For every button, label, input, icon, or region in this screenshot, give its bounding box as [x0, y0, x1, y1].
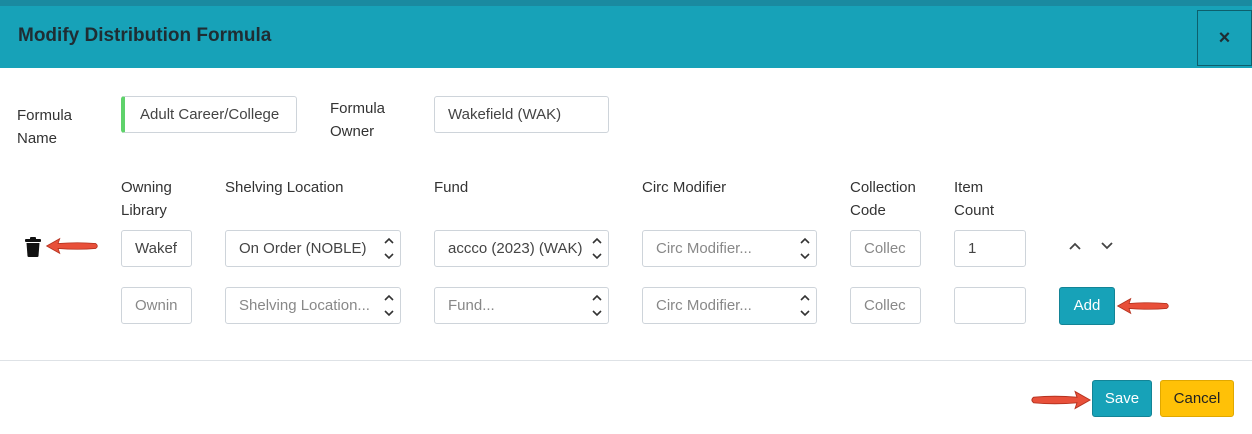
spinner-icon: [384, 237, 394, 260]
column-header-circ-modifier: Circ Modifier: [642, 179, 727, 196]
spinner-icon: [592, 294, 602, 317]
chevron-down-icon[interactable]: [1100, 240, 1114, 252]
annotation-arrow: [1031, 391, 1091, 409]
trash-icon[interactable]: [25, 237, 41, 257]
chevron-up-icon[interactable]: [1068, 240, 1082, 252]
row1-owning-library-input[interactable]: Wakef: [121, 230, 192, 267]
column-header-shelving-location: Shelving Location: [225, 179, 344, 196]
row1-collection-code-input[interactable]: Collec: [850, 230, 921, 267]
column-header-fund: Fund: [434, 179, 469, 196]
annotation-arrow: [1117, 298, 1169, 314]
column-header-collection-code: Collection Code: [850, 179, 916, 219]
dialog-header: Modify Distribution Formula ×: [0, 6, 1252, 68]
formula-name-label: Formula Name: [17, 107, 73, 147]
formula-owner-input[interactable]: Wakefield (WAK): [434, 96, 609, 133]
row2-collection-code-input[interactable]: Collec: [850, 287, 921, 324]
annotation-arrow: [46, 238, 98, 254]
close-button[interactable]: ×: [1197, 10, 1252, 66]
row1-shelving-location-select[interactable]: On Order (NOBLE): [225, 230, 401, 267]
row2-shelving-location-select[interactable]: Shelving Location...: [225, 287, 401, 324]
spinner-icon: [384, 294, 394, 317]
formula-name-input[interactable]: Adult Career/College: [121, 96, 297, 133]
spinner-icon: [592, 237, 602, 260]
row2-fund-select[interactable]: Fund...: [434, 287, 609, 324]
column-header-item-count: Item Count: [954, 179, 995, 219]
cancel-button[interactable]: Cancel: [1160, 380, 1234, 417]
save-button[interactable]: Save: [1092, 380, 1152, 417]
dialog-title: Modify Distribution Formula: [18, 25, 272, 46]
row2-item-count-input[interactable]: [954, 287, 1026, 324]
spinner-icon: [800, 237, 810, 260]
add-button[interactable]: Add: [1059, 287, 1115, 325]
footer-divider: [0, 360, 1252, 361]
row2-circ-modifier-select[interactable]: Circ Modifier...: [642, 287, 817, 324]
formula-owner-label: Formula Owner: [330, 100, 386, 140]
row1-circ-modifier-select[interactable]: Circ Modifier...: [642, 230, 817, 267]
row1-item-count-input[interactable]: 1: [954, 230, 1026, 267]
row2-owning-library-input[interactable]: Ownin: [121, 287, 192, 324]
spinner-icon: [800, 294, 810, 317]
column-header-owning-library: Owning Library: [121, 179, 172, 219]
close-icon: ×: [1218, 26, 1231, 49]
row1-fund-select[interactable]: accco (2023) (WAK): [434, 230, 609, 267]
